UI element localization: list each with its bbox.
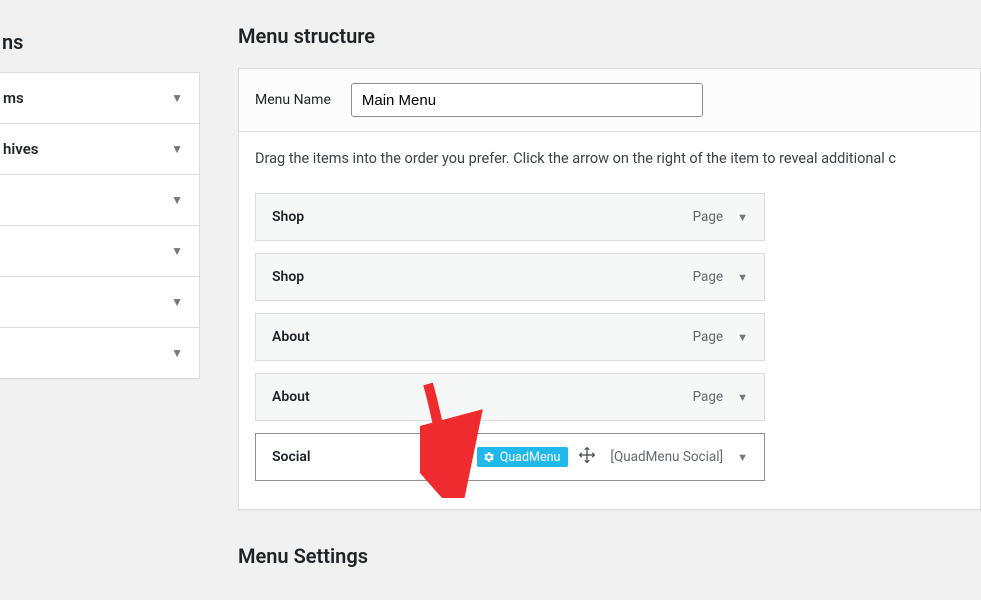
chevron-down-icon: ▼: [171, 142, 183, 156]
accordion-item-2[interactable]: ▼: [0, 175, 199, 225]
chevron-down-icon[interactable]: ▼: [737, 391, 748, 404]
menu-item-type: Page: [693, 389, 724, 405]
menu-item[interactable]: About Page ▼: [255, 313, 765, 361]
chevron-down-icon: ▼: [171, 193, 183, 207]
quadmenu-badge-label: QuadMenu: [500, 450, 561, 465]
menu-item[interactable]: Social QuadMenu [QuadMenu Social] ▼: [255, 433, 765, 481]
accordion-item-1[interactable]: hives ▼: [0, 124, 199, 174]
accordion-item-label: ms: [3, 89, 24, 107]
menu-items-list: Shop Page ▼ Shop Page ▼ About Page ▼ Abo…: [239, 175, 980, 509]
chevron-down-icon[interactable]: ▼: [737, 331, 748, 344]
accordion-item-3[interactable]: ▼: [0, 226, 199, 276]
move-cursor-icon: [578, 446, 596, 468]
chevron-down-icon: ▼: [171, 91, 183, 105]
gear-icon: [483, 451, 495, 463]
menu-item-title: About: [272, 329, 693, 345]
menu-item[interactable]: About Page ▼: [255, 373, 765, 421]
menu-item[interactable]: Shop Page ▼: [255, 193, 765, 241]
menu-item-type: Page: [693, 329, 724, 345]
menu-item-title: Shop: [272, 209, 693, 225]
accordion-item-0[interactable]: ms ▼: [0, 73, 199, 123]
menu-item-title: About: [272, 389, 693, 405]
menu-name-row: Menu Name: [239, 69, 980, 132]
section-heading-structure: Menu structure: [238, 24, 981, 48]
menu-item-type: Page: [693, 269, 724, 285]
menu-item-title: Shop: [272, 269, 693, 285]
chevron-down-icon[interactable]: ▼: [737, 271, 748, 284]
accordion-item-5[interactable]: ▼: [0, 328, 199, 378]
chevron-down-icon: ▼: [171, 346, 183, 360]
section-heading-settings: Menu Settings: [238, 544, 981, 568]
menu-name-label: Menu Name: [255, 92, 331, 108]
instructions-text: Drag the items into the order you prefer…: [239, 132, 980, 175]
chevron-down-icon[interactable]: ▼: [737, 211, 748, 224]
add-items-accordion: ms ▼ hives ▼ ▼ ▼ ▼ ▼: [0, 72, 200, 379]
menu-name-input[interactable]: [351, 83, 703, 117]
menu-item-type: Page: [693, 209, 724, 225]
accordion-item-label: hives: [3, 140, 38, 158]
menu-structure-panel: Menu Name Drag the items into the order …: [238, 68, 981, 510]
accordion-item-4[interactable]: ▼: [0, 277, 199, 327]
menu-item-title: Social: [272, 449, 477, 465]
add-items-heading: ns: [2, 30, 23, 54]
quadmenu-badge[interactable]: QuadMenu: [477, 447, 569, 467]
chevron-down-icon: ▼: [171, 244, 183, 258]
chevron-down-icon: ▼: [171, 295, 183, 309]
menu-item[interactable]: Shop Page ▼: [255, 253, 765, 301]
chevron-down-icon[interactable]: ▼: [737, 451, 748, 464]
menu-item-type: [QuadMenu Social]: [610, 449, 723, 465]
